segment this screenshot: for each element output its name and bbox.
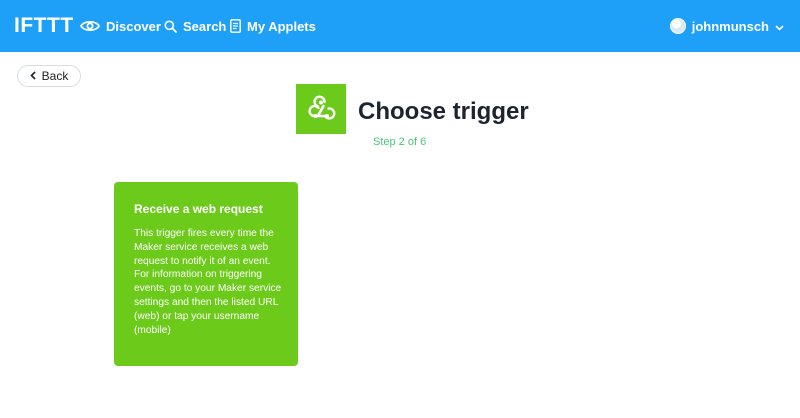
chevron-left-icon [30, 69, 36, 83]
step-indicator: Step 2 of 6 [373, 136, 427, 148]
trigger-title: Receive a web request [134, 202, 263, 216]
nav-search[interactable]: Search [164, 16, 226, 36]
ifttt-logo[interactable]: IFTTT [14, 15, 74, 37]
nav-my-applets[interactable]: My Applets [230, 16, 316, 36]
user-menu[interactable]: johnmunsch [669, 15, 784, 37]
search-icon [164, 20, 177, 33]
avatar [669, 18, 686, 34]
document-icon [230, 19, 241, 33]
nav-discover-label: Discover [106, 18, 161, 34]
chevron-down-icon [775, 19, 784, 34]
nav-discover[interactable]: Discover [80, 16, 161, 36]
trigger-description: This trigger fires every time the Maker … [134, 228, 282, 336]
webhooks-icon [296, 84, 346, 134]
top-navigation-bar: IFTTT Discover Search My Applets johnmun… [0, 0, 800, 52]
nav-search-label: Search [183, 18, 227, 34]
trigger-card-receive-web-request[interactable]: Receive a web request This trigger fires… [114, 182, 298, 366]
page-title: Choose trigger [358, 98, 529, 125]
nav-my-applets-label: My Applets [247, 18, 316, 34]
eye-icon [80, 19, 100, 33]
back-label: Back [41, 69, 69, 83]
username: johnmunsch [691, 18, 769, 34]
back-button[interactable]: Back [17, 65, 81, 87]
